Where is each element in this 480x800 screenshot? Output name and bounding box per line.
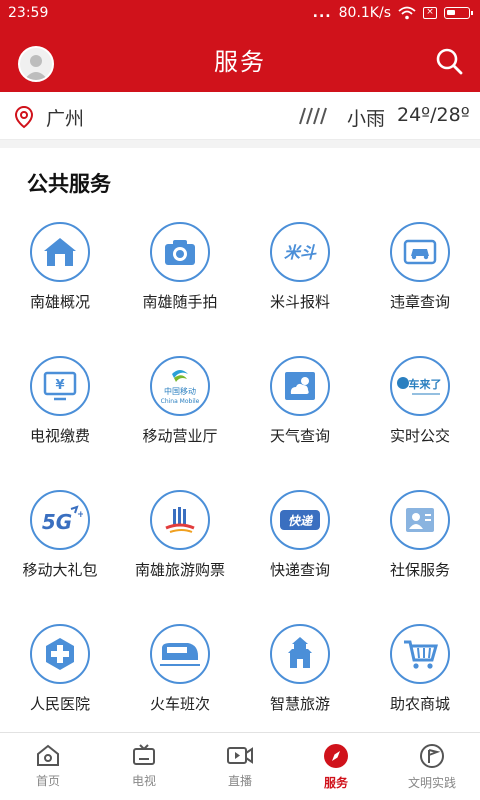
svg-text:+: + [77, 510, 83, 520]
service-item-tourism-ticket[interactable]: 南雄旅游购票 [120, 490, 240, 624]
service-item-mobile-hall[interactable]: 中国移动 China Mobile 移动营业厅 [120, 356, 240, 490]
bottom-tab-bar: 首页 电视 直播 服务 文明实践 [0, 732, 480, 800]
house-icon [30, 222, 90, 282]
china-mobile-cn-text: 中国移动 [164, 386, 196, 396]
tab-label: 服务 [323, 776, 348, 790]
battery-icon [444, 7, 473, 19]
status-time: 23:59 [8, 5, 49, 21]
bus-icon: 车来了 [390, 356, 450, 416]
service-label: 移动大礼包 [22, 561, 98, 579]
tab-civilization[interactable]: 文明实践 [384, 733, 480, 800]
express-badge-text: 快递 [288, 514, 314, 528]
midou-badge-text: 米斗 [284, 243, 317, 262]
yuan-badge-text: ¥ [55, 378, 64, 393]
service-item-violation[interactable]: 违章查询 [360, 222, 480, 356]
tab-live[interactable]: 直播 [192, 733, 288, 800]
camera-icon [150, 222, 210, 282]
service-label: 移动营业厅 [142, 427, 218, 445]
service-label: 南雄随手拍 [142, 293, 218, 311]
app-header: 服务 [0, 26, 480, 92]
service-item-bus[interactable]: 车来了 实时公交 [360, 356, 480, 490]
5g-icon: 5G + [30, 490, 90, 550]
car-icon [390, 222, 450, 282]
sim-off-icon: × [423, 7, 437, 19]
service-label: 智慧旅游 [269, 695, 330, 713]
train-icon [150, 624, 210, 684]
service-label: 助农商城 [389, 695, 450, 713]
hospital-cross-icon [30, 624, 90, 684]
flag-circle-icon [420, 744, 444, 768]
service-item-overview[interactable]: 南雄概况 [0, 222, 120, 356]
express-icon: 快递 [270, 490, 330, 550]
service-label: 快递查询 [269, 561, 330, 579]
avatar[interactable] [18, 46, 54, 82]
tab-services[interactable]: 服务 [288, 733, 384, 800]
bus-badge-text: 车来了 [409, 377, 442, 391]
map-pin-icon[interactable] [14, 105, 34, 129]
network-speed: 80.1K/s [338, 5, 391, 21]
status-indicators: ... 80.1K/s × [312, 5, 473, 21]
midou-icon: 米斗 [270, 222, 330, 282]
china-mobile-icon: 中国移动 China Mobile [150, 356, 210, 416]
section-title-public-services: 公共服务 [27, 172, 111, 196]
tab-label: 文明实践 [407, 776, 456, 790]
city-name[interactable]: 广州 [46, 104, 84, 131]
service-grid: 南雄概况 南雄随手拍 米斗 米斗报料 违章查询 ¥ 电视缴费 中国移动 China… [0, 222, 480, 758]
service-label: 南雄概况 [29, 293, 90, 311]
pagoda-icon [270, 624, 330, 684]
service-label: 天气查询 [269, 427, 330, 445]
china-mobile-en-text: China Mobile [161, 398, 200, 405]
compass-icon [324, 744, 348, 768]
wifi-icon [398, 6, 416, 20]
service-label: 火车班次 [149, 695, 210, 713]
service-label: 米斗报料 [269, 293, 330, 311]
search-icon[interactable] [434, 46, 464, 76]
tab-label: 首页 [35, 774, 60, 788]
tab-label: 直播 [227, 774, 252, 788]
weather-icon [270, 356, 330, 416]
service-item-social-security[interactable]: 社保服务 [360, 490, 480, 624]
weather-text: 小雨 [347, 108, 386, 130]
service-item-weather[interactable]: 天气查询 [240, 356, 360, 490]
tv-icon [133, 744, 155, 765]
page-title: 服务 [214, 47, 266, 76]
service-label: 违章查询 [389, 293, 450, 311]
temperature-text: 24º/28º [397, 104, 470, 126]
service-label: 电视缴费 [29, 427, 90, 445]
tourism-ticket-icon [150, 490, 210, 550]
service-label: 实时公交 [389, 427, 450, 445]
service-item-express[interactable]: 快递 快递查询 [240, 490, 360, 624]
id-card-icon [390, 490, 450, 550]
service-label: 社保服务 [389, 561, 450, 579]
service-label: 人民医院 [29, 695, 90, 713]
tv-yuan-icon: ¥ [30, 356, 90, 416]
service-label: 南雄旅游购票 [134, 561, 225, 579]
5g-badge-text: 5G [42, 510, 72, 534]
tab-tv[interactable]: 电视 [96, 733, 192, 800]
section-divider [0, 140, 480, 148]
status-bar: 23:59 ... 80.1K/s × [0, 0, 480, 26]
tab-home[interactable]: 首页 [0, 733, 96, 800]
service-item-mobile-gift[interactable]: 5G + 移动大礼包 [0, 490, 120, 624]
service-item-tv-payment[interactable]: ¥ 电视缴费 [0, 356, 120, 490]
tab-label: 电视 [131, 774, 156, 788]
rain-icon [299, 107, 327, 125]
user-silhouette-icon [24, 55, 48, 80]
service-item-report[interactable]: 米斗 米斗报料 [240, 222, 360, 356]
location-weather-bar: 广州 小雨 24º/28º [0, 92, 480, 140]
home-icon [37, 744, 59, 766]
shopping-cart-icon [390, 624, 450, 684]
service-item-snapshot[interactable]: 南雄随手拍 [120, 222, 240, 356]
video-icon [227, 747, 253, 764]
signal-dots: ... [312, 5, 332, 21]
